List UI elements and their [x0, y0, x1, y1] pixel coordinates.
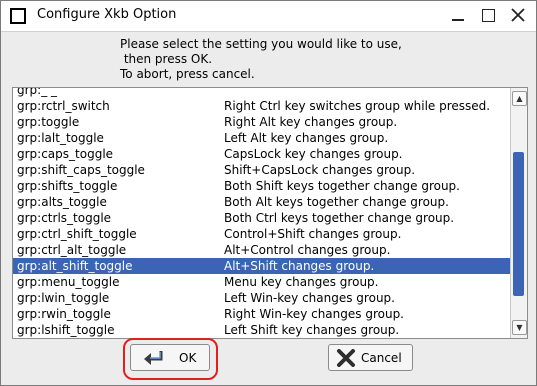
option-name: grp:shift_caps_toggle — [17, 163, 145, 177]
ok-button[interactable]: OK — [130, 344, 210, 371]
list-item[interactable]: grp:ctrls_toggle Both Ctrl keys together … — [13, 210, 510, 226]
option-description: Right Ctrl key switches group while pres… — [224, 99, 491, 113]
list-item[interactable]: grp:lshift_toggle Left Shift key changes … — [13, 322, 510, 338]
option-description: Left Shift key changes group. — [224, 323, 400, 337]
list-item[interactable]: grp:shifts_toggle Both Shift keys togethe… — [13, 178, 510, 194]
cancel-button[interactable]: Cancel — [328, 344, 413, 371]
instruction-line-1: Please select the setting you would like… — [120, 37, 402, 51]
option-name: grp:lwin_toggle — [17, 291, 110, 305]
option-name: grp:ctrls_toggle — [17, 211, 112, 225]
option-name: grp:menu_toggle — [17, 275, 120, 289]
list-item[interactable]: grp:rctrl_switch Right Ctrl key switches … — [13, 98, 510, 114]
cancel-label: Cancel — [361, 351, 402, 365]
option-description: Alt+Control changes group. — [224, 243, 391, 257]
return-arrow-icon — [141, 349, 165, 370]
arrow-down-icon[interactable]: ▼ — [512, 320, 527, 335]
option-description: Right Win-key changes group. — [224, 307, 404, 321]
option-description: CapsLock key changes group. — [224, 147, 403, 161]
instruction-line-3: To abort, press cancel. — [120, 67, 255, 81]
window-app-icon[interactable] — [10, 8, 26, 24]
option-description: Both Shift keys together change group. — [224, 179, 460, 193]
list-item[interactable]: grp:menu_toggle Menu key changes group. — [13, 274, 510, 290]
close-icon[interactable] — [509, 6, 527, 24]
option-name: grp:rwin_toggle — [17, 307, 111, 321]
list-item[interactable]: grp:ctrl_alt_toggle Alt+Control changes g… — [13, 242, 510, 258]
option-description: Left Alt key changes group. — [224, 131, 389, 145]
option-name: grp:alt_shift_toggle — [17, 259, 133, 273]
option-name: grp:caps_toggle — [17, 147, 114, 161]
option-description: Both Ctrl keys together change group. — [224, 211, 455, 225]
list-item[interactable]: grp:toggle Right Alt key changes group. — [13, 114, 510, 130]
option-description: Alt+Shift changes group. — [224, 259, 375, 273]
arrow-up-icon[interactable]: ▲ — [512, 91, 527, 106]
option-name: grp:lalt_toggle — [17, 131, 104, 145]
cancel-x-icon — [336, 349, 356, 370]
instruction-line-2: then press OK. — [120, 52, 213, 66]
list-item-partial[interactable]: grp:_ _ — [13, 87, 510, 98]
option-description: Shift+CapsLock changes group. — [224, 163, 416, 177]
list-item[interactable]: grp:shift_caps_toggle Shift+CapsLock chan… — [13, 162, 510, 178]
option-description: Menu key changes group. — [224, 275, 379, 289]
option-name: grp:alts_toggle — [17, 195, 107, 209]
option-name: grp:lshift_toggle — [17, 323, 115, 337]
option-description: Control+Shift changes group. — [224, 227, 402, 241]
option-description: Right Alt key changes group. — [224, 115, 398, 129]
option-name: grp:rctrl_switch — [17, 99, 110, 113]
option-name: grp:ctrl_shift_toggle — [17, 227, 137, 241]
list-item-selected[interactable]: grp:alt_shift_toggle Alt+Shift changes gr… — [13, 258, 510, 274]
window-title: Configure Xkb Option — [37, 7, 177, 22]
list-item[interactable]: grp:ctrl_shift_toggle Control+Shift chang… — [13, 226, 510, 242]
option-list[interactable]: grp:_ _ grp:rctrl_switch Right Ctrl key s… — [12, 87, 528, 339]
list-item[interactable]: grp:lwin_toggle Left Win-key changes grou… — [13, 290, 510, 306]
ok-label: OK — [179, 351, 197, 365]
option-description: Left Win-key changes group. — [224, 291, 395, 305]
option-name: grp:_ _ — [17, 87, 58, 97]
dialog-window: Configure Xkb Option Please select the s… — [0, 0, 537, 386]
scrollbar-thumb[interactable] — [513, 152, 524, 296]
list-item[interactable]: grp:rwin_toggle Right Win-key changes gro… — [13, 306, 510, 322]
list-item[interactable]: grp:lalt_toggle Left Alt key changes grou… — [13, 130, 510, 146]
option-description: Both Alt keys together change group. — [224, 195, 449, 209]
option-name: grp:toggle — [17, 115, 80, 129]
option-name: grp:shifts_toggle — [17, 179, 118, 193]
minimize-icon[interactable] — [449, 6, 467, 24]
maximize-icon[interactable] — [479, 6, 497, 24]
list-item[interactable]: grp:alts_toggle Both Alt keys together ch… — [13, 194, 510, 210]
option-name: grp:ctrl_alt_toggle — [17, 243, 127, 257]
list-scrollbar[interactable]: ▲ ▼ — [510, 88, 527, 338]
list-item[interactable]: grp:caps_toggle CapsLock key changes grou… — [13, 146, 510, 162]
title-bar[interactable]: Configure Xkb Option — [1, 1, 536, 32]
